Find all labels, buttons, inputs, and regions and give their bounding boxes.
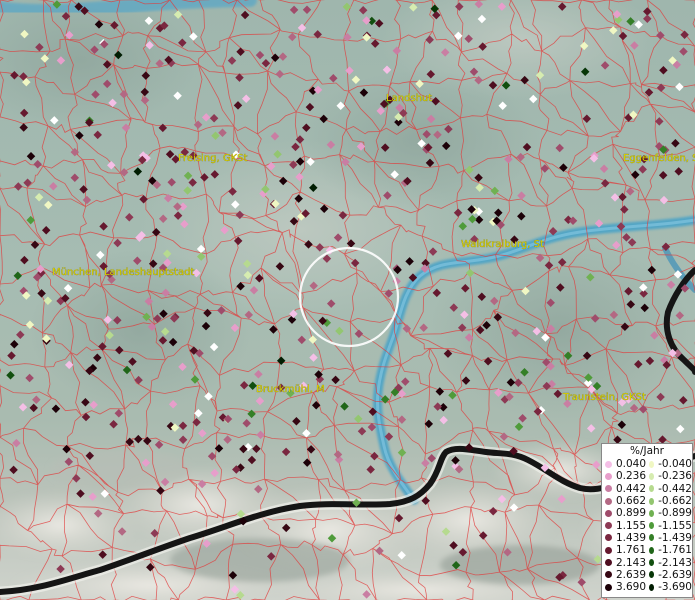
legend-negative-row: -0.899: [646, 507, 692, 519]
map-legend: %/Jahr 0.040 0.236 0.442 0.662 0.899 1.155 1.4…: [601, 443, 693, 598]
legend-positive-label: 3.690: [615, 581, 646, 594]
legend-negative-row: -1.761: [646, 544, 692, 556]
legend-negative-swatch: [649, 583, 655, 591]
legend-negative-label: -0.442: [658, 482, 692, 495]
legend-negative-row: -0.662: [646, 495, 692, 507]
legend-positive-swatch: [605, 522, 612, 530]
legend-positive-swatch: [605, 546, 612, 554]
legend-negative-swatch: [649, 571, 655, 579]
legend-negative-label: -0.040: [658, 458, 692, 471]
legend-negative-label: -3.690: [658, 581, 692, 594]
legend-negative-row: -1.439: [646, 532, 692, 544]
legend-negative-label: -0.899: [658, 507, 692, 520]
legend-negative-row: -1.155: [646, 519, 692, 532]
legend-negative-column: -0.040 -0.236 -0.442 -0.662 -0.899 -1.155 -1.4…: [646, 458, 692, 593]
legend-negative-row: -0.040: [646, 458, 692, 470]
legend-positive-label: 1.761: [615, 544, 646, 557]
legend-negative-swatch: [649, 472, 655, 480]
legend-positive-row: 0.442: [602, 483, 646, 495]
legend-positive-swatch: [605, 472, 612, 480]
legend-title: %/Jahr: [629, 445, 665, 457]
legend-positive-swatch: [605, 460, 612, 468]
legend-positive-row: 1.439: [602, 532, 646, 544]
legend-negative-label: -2.639: [658, 568, 692, 581]
place-label-landshut: Landshut: [386, 93, 432, 104]
legend-negative-swatch: [649, 460, 655, 468]
legend-positive-label: 2.639: [615, 568, 646, 581]
legend-negative-label: -2.143: [658, 556, 692, 569]
legend-negative-label: -1.761: [658, 544, 692, 557]
legend-positive-column: 0.040 0.236 0.442 0.662 0.899 1.155 1.439 1.761…: [602, 458, 646, 593]
legend-positive-swatch: [605, 509, 612, 517]
legend-positive-label: 0.662: [615, 495, 646, 508]
legend-positive-label: 1.155: [615, 519, 646, 532]
legend-positive-row: 1.155: [602, 519, 646, 532]
legend-negative-swatch: [649, 485, 655, 493]
legend-positive-row: 3.690: [602, 581, 646, 593]
legend-negative-label: -0.662: [658, 495, 692, 508]
legend-positive-label: 2.143: [615, 556, 646, 569]
legend-positive-swatch: [605, 497, 612, 505]
legend-negative-row: -0.236: [646, 470, 692, 482]
legend-positive-label: 0.236: [615, 470, 646, 483]
legend-positive-label: 0.442: [615, 482, 646, 495]
legend-negative-row: -0.442: [646, 483, 692, 495]
legend-negative-label: -0.236: [658, 470, 692, 483]
legend-positive-swatch: [605, 534, 612, 542]
place-label-eggenfelden: Eggenfelden, St: [623, 153, 695, 164]
legend-positive-row: 0.236: [602, 470, 646, 482]
legend-negative-swatch: [649, 546, 655, 554]
legend-negative-label: -1.439: [658, 531, 692, 544]
legend-positive-row: 2.143: [602, 556, 646, 569]
legend-positive-swatch: [605, 571, 612, 579]
place-label-muenchen: München, Landeshauptstadt: [52, 267, 194, 278]
legend-negative-row: -2.639: [646, 569, 692, 581]
legend-positive-row: 0.040: [602, 458, 646, 470]
legend-positive-row: 2.639: [602, 569, 646, 581]
legend-negative-label: -1.155: [658, 519, 692, 532]
legend-negative-row: -3.690: [646, 581, 692, 593]
terrain-layer: [0, 0, 695, 600]
legend-positive-label: 0.899: [615, 507, 646, 520]
legend-positive-swatch: [605, 583, 612, 591]
place-label-freising: Freising, GKSt: [178, 153, 248, 164]
legend-negative-swatch: [649, 559, 655, 567]
legend-negative-swatch: [649, 522, 655, 530]
legend-negative-swatch: [649, 534, 655, 542]
place-label-traunstein: Traunstein, GKSt: [562, 392, 646, 403]
legend-negative-row: -2.143: [646, 556, 692, 569]
place-label-waldkraiburg: Waldkraiburg, St: [461, 239, 544, 250]
map-canvas[interactable]: Landshut Freising, GKSt Eggenfelden, St …: [0, 0, 695, 600]
place-label-bruckmuehl: Bruckmühl, M: [256, 384, 325, 395]
legend-positive-row: 1.761: [602, 544, 646, 556]
legend-positive-row: 0.662: [602, 495, 646, 507]
legend-negative-swatch: [649, 509, 655, 517]
legend-positive-swatch: [605, 485, 612, 493]
legend-positive-label: 1.439: [615, 531, 646, 544]
legend-positive-swatch: [605, 559, 612, 567]
map-view[interactable]: Landshut Freising, GKSt Eggenfelden, St …: [0, 0, 695, 600]
legend-negative-swatch: [649, 497, 655, 505]
legend-positive-row: 0.899: [602, 507, 646, 519]
legend-positive-label: 0.040: [615, 458, 646, 471]
